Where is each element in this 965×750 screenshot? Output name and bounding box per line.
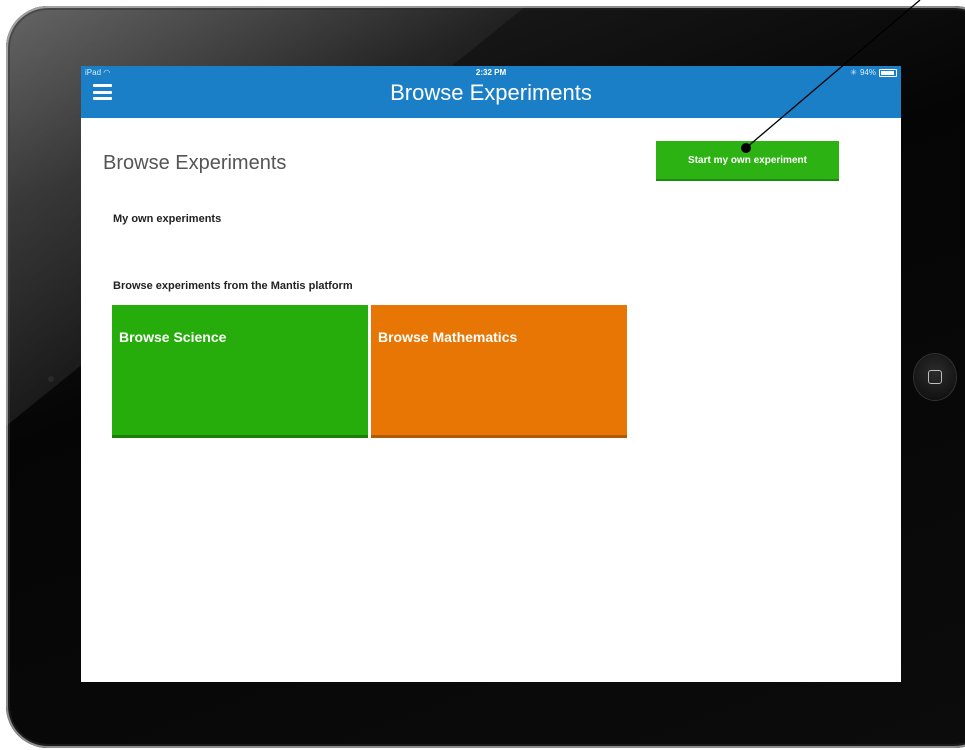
ipad-screen: iPad ◠ 2:32 PM ✳ 94% Browse Experiments … xyxy=(81,66,901,682)
my-own-experiments-heading: My own experiments xyxy=(113,213,222,225)
browse-science-label: Browse Science xyxy=(119,329,227,345)
browse-mathematics-label: Browse Mathematics xyxy=(378,329,518,345)
bluetooth-icon: ✳ xyxy=(850,68,857,77)
battery-fill xyxy=(881,70,895,75)
page-title: Browse Experiments xyxy=(103,152,287,174)
status-time: 2:32 PM xyxy=(475,68,507,77)
navbar-title: Browse Experiments xyxy=(390,80,592,105)
home-square-icon xyxy=(928,370,942,384)
camera-icon xyxy=(48,376,54,382)
navbar: iPad ◠ 2:32 PM ✳ 94% Browse Experiments xyxy=(81,66,901,118)
stage: iPad ◠ 2:32 PM ✳ 94% Browse Experiments … xyxy=(0,0,965,750)
home-button[interactable] xyxy=(914,354,956,400)
browse-platform-heading: Browse experiments from the Mantis platf… xyxy=(113,280,353,292)
browse-science-tile[interactable]: Browse Science xyxy=(112,305,368,438)
start-own-experiment-button[interactable]: Start my own experiment xyxy=(656,141,839,181)
battery-icon xyxy=(879,68,897,77)
status-battery: ✳ 94% xyxy=(850,68,897,77)
battery-percent: 94% xyxy=(859,68,876,77)
browse-mathematics-tile[interactable]: Browse Mathematics xyxy=(371,305,627,438)
